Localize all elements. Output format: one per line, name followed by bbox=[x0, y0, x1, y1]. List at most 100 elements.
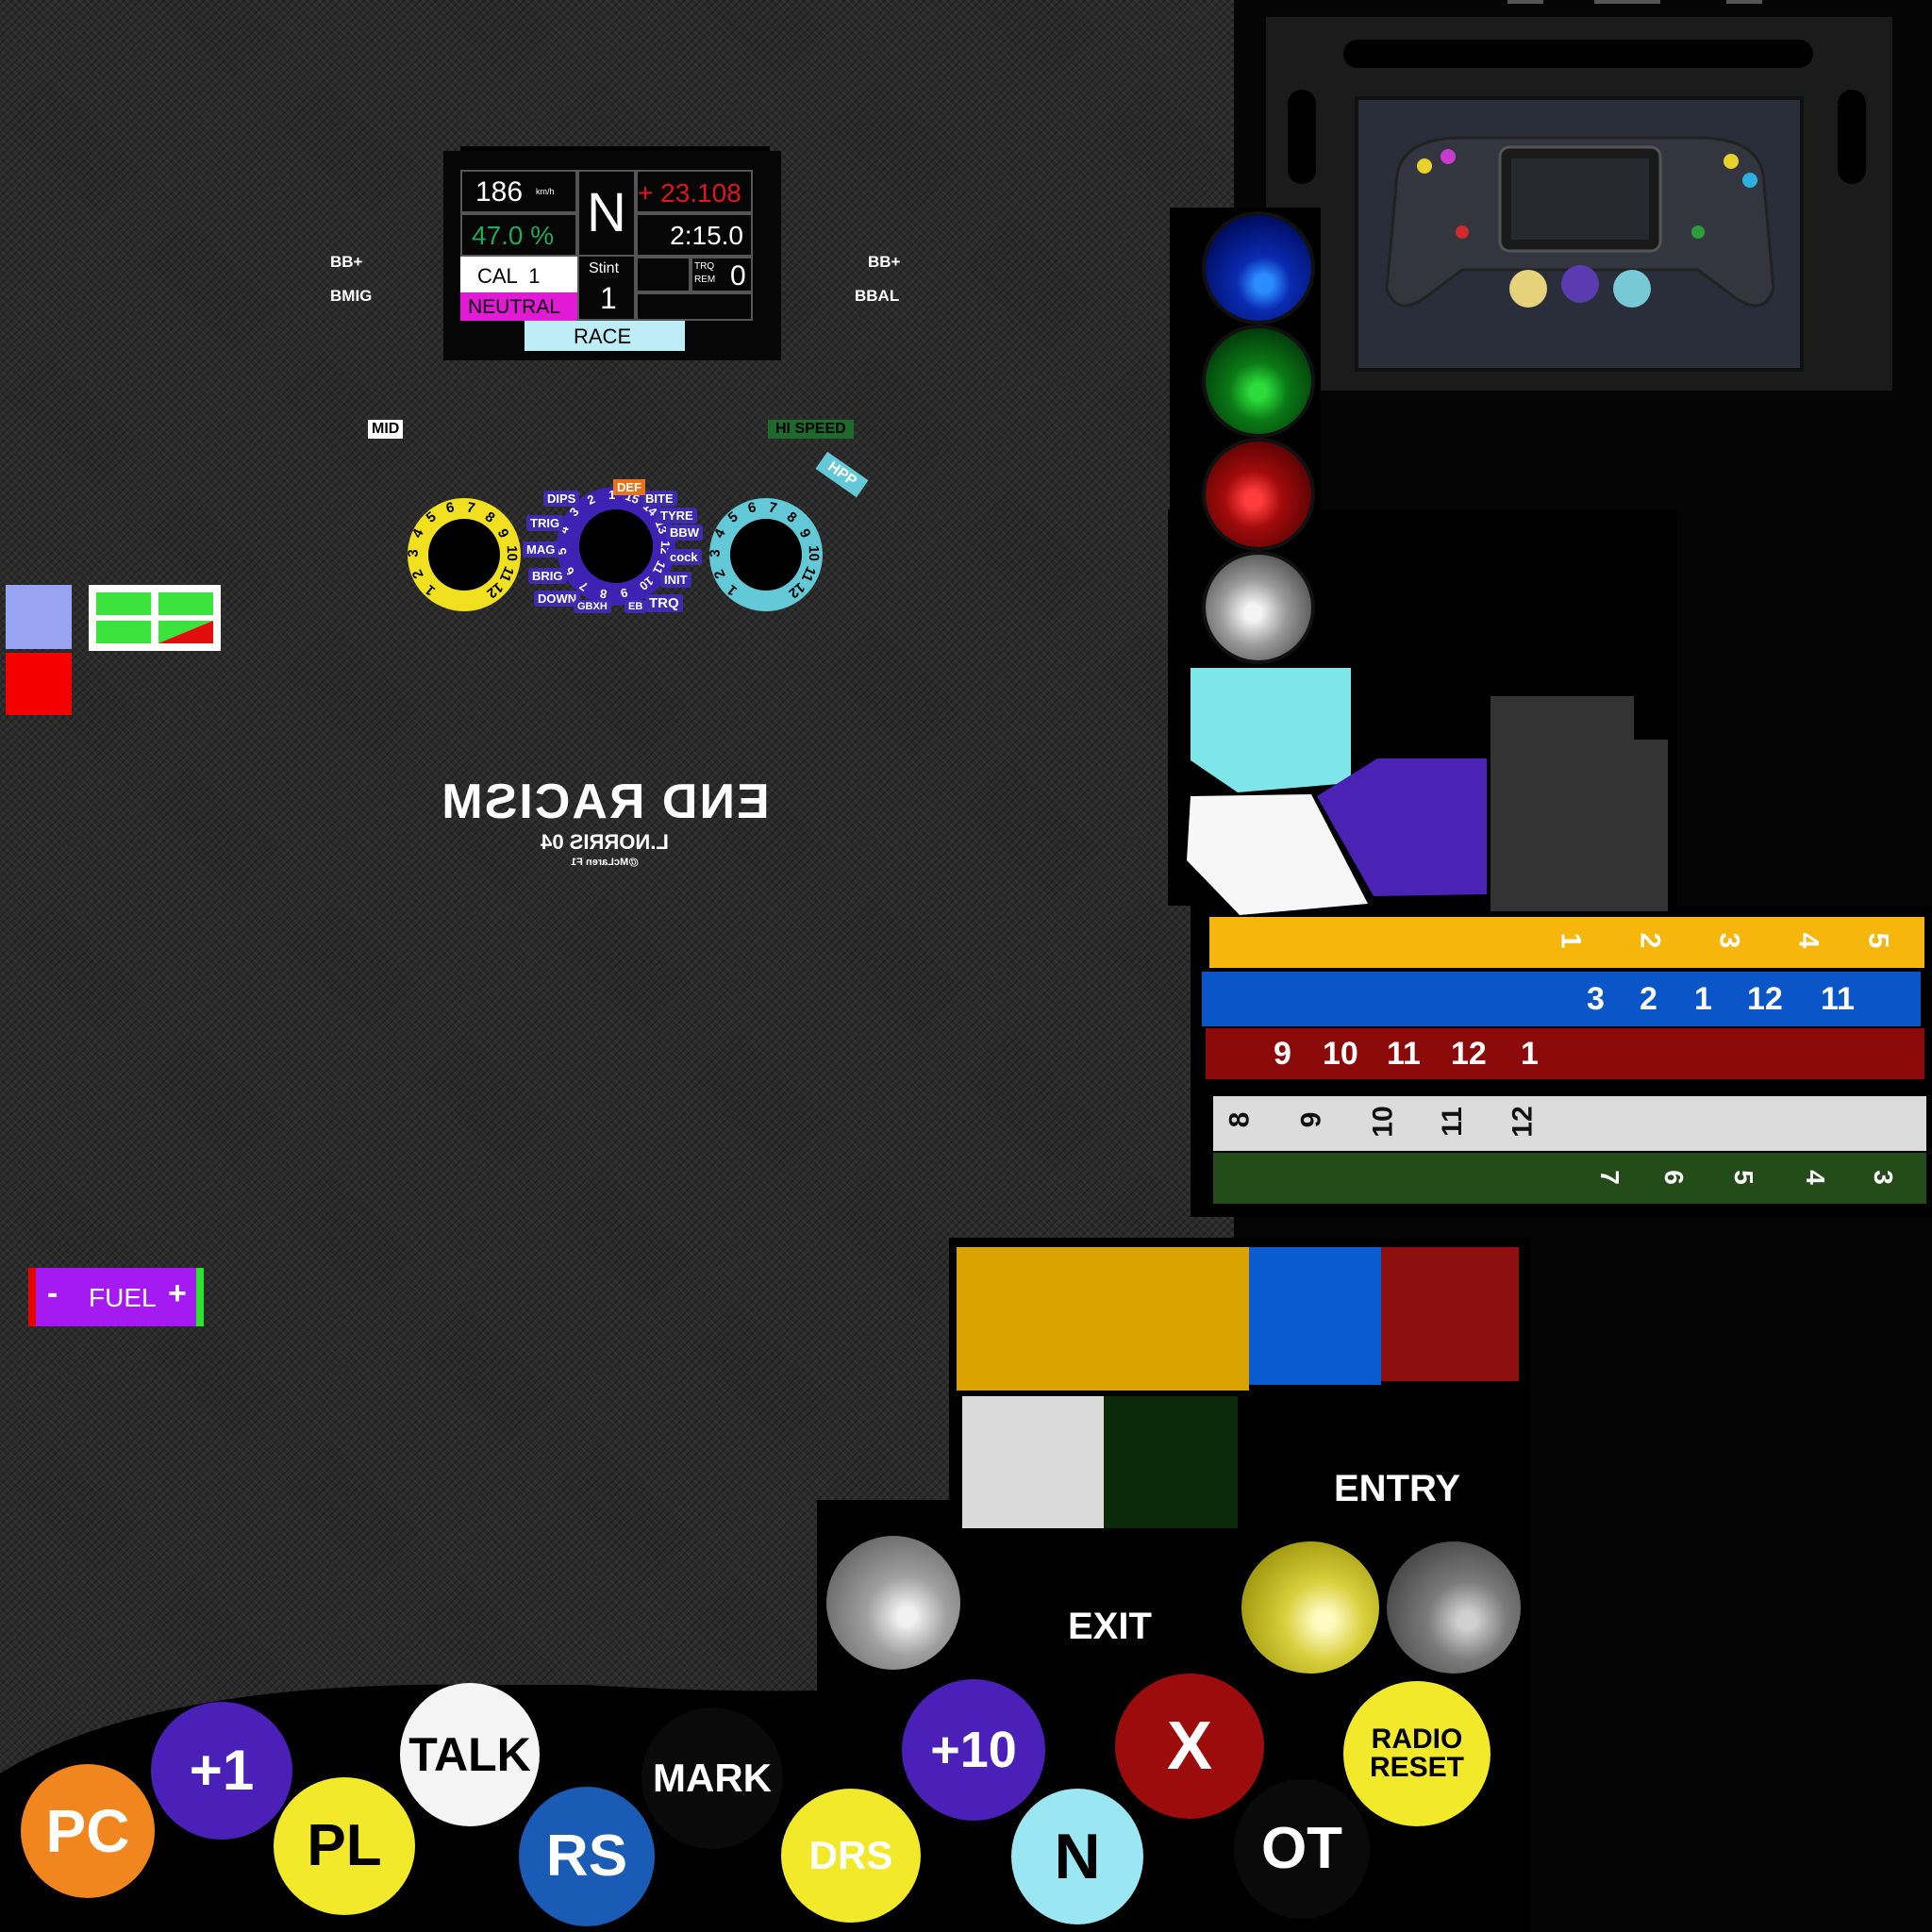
wheel-preview-left-slot bbox=[1288, 90, 1316, 184]
center-dial-func-eb: EB bbox=[625, 600, 647, 613]
white-strip-num-2: 9 bbox=[1295, 1111, 1327, 1128]
grey-shape bbox=[1491, 696, 1668, 911]
grey-light-orb-right bbox=[1387, 1541, 1521, 1674]
dash-empty-cell-2 bbox=[636, 292, 753, 321]
center-dial-func-gbxh: GBXH bbox=[574, 600, 611, 613]
bb-plus-right-label: BB+ bbox=[868, 253, 901, 271]
yellow-strip-num-4: 4 bbox=[1792, 932, 1824, 949]
fuel-plus[interactable]: + bbox=[168, 1275, 187, 1312]
dash-speed-unit: km/h bbox=[536, 187, 555, 196]
team-handle: @McLaren F1 bbox=[571, 857, 639, 868]
green-indicator-3 bbox=[96, 621, 151, 643]
dash-session: RACE bbox=[574, 325, 632, 348]
yellow-strip-num-1: 1 bbox=[1555, 932, 1587, 949]
yellow-strip-num-2: 2 bbox=[1634, 932, 1666, 949]
neutral-button[interactable]: N bbox=[1011, 1789, 1143, 1924]
red-light-orb bbox=[1206, 441, 1311, 547]
dash-mode: NEUTRAL bbox=[468, 296, 561, 318]
red-block-left bbox=[6, 653, 72, 715]
steering-wheel-icon bbox=[1358, 100, 1800, 368]
dash-empty-cell-1 bbox=[636, 257, 691, 292]
center-dial-func-mag: MAG bbox=[523, 541, 559, 558]
center-dial-func-dips: DIPS bbox=[543, 491, 580, 507]
dash-session-cell: RACE bbox=[525, 321, 685, 351]
drs-button[interactable]: DRS bbox=[781, 1789, 921, 1923]
red-block bbox=[1381, 1247, 1519, 1381]
red-strip-num-5: 1 bbox=[1521, 1036, 1539, 1072]
driver-name: L.NORRIS 04 bbox=[541, 830, 669, 854]
lavender-block bbox=[6, 585, 72, 649]
wheel-preview-right-slot bbox=[1838, 90, 1866, 184]
dash-fuel-cell: 47.0 % bbox=[460, 213, 577, 257]
bbal-label: BBAL bbox=[855, 287, 900, 305]
blue-strip-num-5: 11 bbox=[1821, 981, 1855, 1017]
blue-block bbox=[1249, 1247, 1381, 1385]
talk-button[interactable]: TALK bbox=[400, 1683, 540, 1826]
grey-light-orb-left bbox=[826, 1536, 960, 1670]
bb-plus-left-label: BB+ bbox=[330, 253, 363, 271]
ot-button[interactable]: OT bbox=[1234, 1779, 1370, 1919]
white-strip-num-4: 11 bbox=[1436, 1107, 1468, 1137]
dash-fuel-pct: 47.0 % bbox=[472, 221, 555, 250]
green-indicator-2 bbox=[158, 592, 213, 615]
dash-cal-cell: CAL 1 bbox=[460, 257, 577, 292]
entry-label: ENTRY bbox=[1334, 1468, 1461, 1509]
exit-label: EXIT bbox=[1068, 1606, 1152, 1647]
red-strip bbox=[1206, 1028, 1924, 1079]
dash-cal: CAL 1 bbox=[477, 264, 541, 288]
wheel-preview-bar bbox=[1343, 40, 1813, 68]
gold-block bbox=[957, 1247, 1249, 1391]
steering-dash-display: 186 km/h N + 23.108 47.0 % 2:15.0 CAL 1 … bbox=[443, 151, 781, 360]
dash-mode-cell: NEUTRAL bbox=[460, 292, 577, 321]
yellow-rotary-hole bbox=[428, 519, 500, 591]
pc-button[interactable]: PC bbox=[21, 1764, 155, 1898]
red-indicator-wedge bbox=[158, 621, 213, 643]
yellow-dial-number-3: 3 bbox=[405, 549, 422, 558]
fuel-minus[interactable]: - bbox=[47, 1275, 58, 1312]
red-strip-num-2: 10 bbox=[1323, 1036, 1358, 1072]
plus-ten-button[interactable]: +10 bbox=[902, 1679, 1045, 1821]
green-strip-num-3: 5 bbox=[1728, 1170, 1758, 1185]
dash-stint-label: Stint bbox=[589, 260, 620, 276]
center-dial-func-bite: BITE bbox=[641, 491, 677, 507]
dash-speed: 186 bbox=[475, 176, 524, 208]
radio-reset-button[interactable]: RADIO RESET bbox=[1343, 1681, 1491, 1826]
fuel-button[interactable]: - FUEL + bbox=[28, 1268, 204, 1326]
red-strip-num-4: 12 bbox=[1451, 1036, 1487, 1072]
top-tab-2 bbox=[1594, 0, 1660, 4]
green-light-orb bbox=[1206, 328, 1311, 434]
dash-stint-value: 1 bbox=[600, 281, 617, 315]
plus-one-button[interactable]: +1 bbox=[151, 1702, 292, 1840]
dark-green-block bbox=[1104, 1396, 1238, 1528]
white-light-orb bbox=[1206, 555, 1311, 660]
dash-gear: N bbox=[587, 182, 626, 243]
dash-speed-cell: 186 km/h bbox=[460, 170, 577, 213]
blue-strip-num-4: 12 bbox=[1747, 981, 1783, 1017]
x-button[interactable]: X bbox=[1115, 1674, 1264, 1819]
center-dial-func-init: INIT bbox=[660, 572, 691, 588]
yellow-strip-num-5: 5 bbox=[1862, 932, 1894, 949]
center-dial-func-trq: TRQ bbox=[645, 594, 683, 612]
blue-strip-num-1: 3 bbox=[1587, 981, 1605, 1017]
blue-light-orb bbox=[1206, 215, 1311, 321]
red-strip-num-1: 9 bbox=[1274, 1036, 1291, 1072]
mid-tag: MID bbox=[368, 420, 404, 439]
rs-button[interactable]: RS bbox=[519, 1787, 655, 1926]
white-strip-num-5: 12 bbox=[1507, 1106, 1539, 1138]
center-dial-func-cock: cock bbox=[666, 549, 702, 565]
dash-delta-cell: + 23.108 bbox=[636, 170, 753, 213]
dash-laptime: 2:15.0 bbox=[670, 221, 743, 250]
hi-speed-tag: HI SPEED bbox=[768, 420, 854, 439]
pl-button[interactable]: PL bbox=[274, 1777, 415, 1915]
bmig-label: BMIG bbox=[330, 287, 373, 305]
red-strip-num-3: 11 bbox=[1387, 1036, 1421, 1072]
white-strip-num-1: 8 bbox=[1224, 1111, 1256, 1128]
mark-button[interactable]: MARK bbox=[641, 1707, 783, 1849]
green-strip-num-5: 3 bbox=[1868, 1170, 1898, 1185]
light-grey-block bbox=[962, 1396, 1104, 1528]
dash-stint-cell: Stint 1 bbox=[577, 257, 636, 321]
center-dial-func-brig: BRIG bbox=[528, 568, 567, 584]
cyan-dial-number-10: 10 bbox=[805, 545, 822, 562]
yellow-strip-num-3: 3 bbox=[1713, 932, 1745, 949]
dash-trq-rem: TRQ REM bbox=[694, 261, 716, 285]
